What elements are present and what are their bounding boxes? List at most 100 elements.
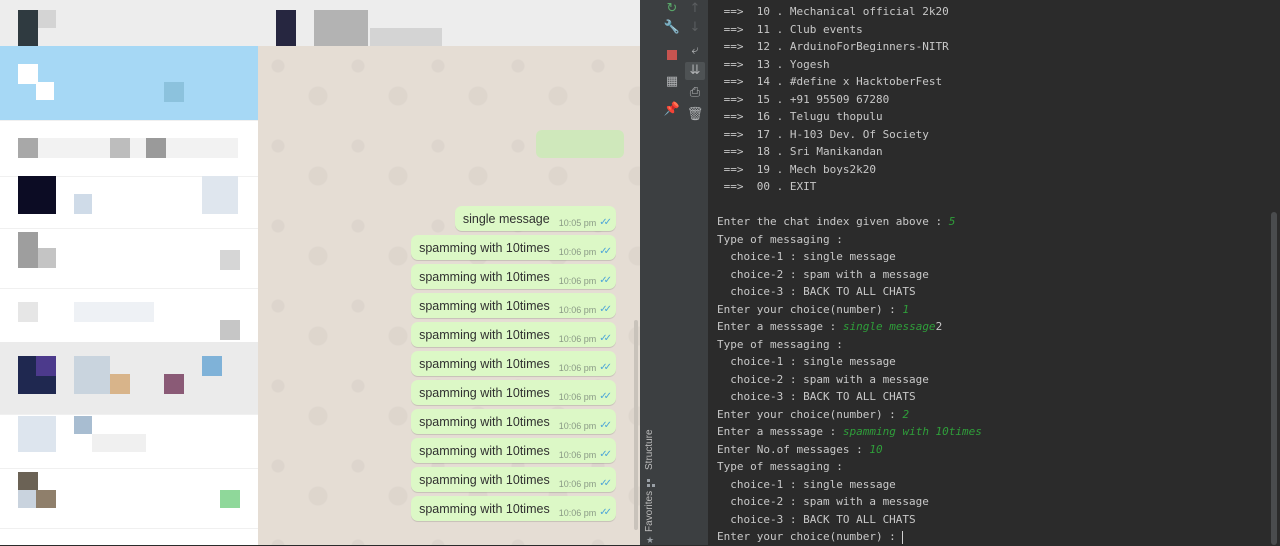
chat-list-item[interactable] (0, 120, 258, 177)
console-output-text: ==> 16 . Telugu thopulu (717, 110, 883, 123)
blur-block (110, 374, 130, 394)
whatsapp-header (0, 0, 640, 46)
whatsapp-window: single message 10:05 pm ✓✓ spamming with 10… (0, 0, 640, 545)
message-time: 10:06 pm (558, 246, 597, 257)
print-icon[interactable]: ⎙ (685, 84, 705, 102)
outgoing-message[interactable]: spamming with 10times 10:06 pm ✓✓ (411, 380, 616, 405)
blur-block (38, 248, 56, 268)
message-text: spamming with 10times (419, 356, 550, 371)
console-line: Type of messaging : (717, 458, 843, 476)
stop-icon[interactable] (662, 46, 682, 64)
pin-icon[interactable]: 📌 (662, 101, 682, 119)
outgoing-message[interactable]: spamming with 10times 10:06 pm ✓✓ (411, 351, 616, 376)
avatar (18, 138, 38, 158)
console-line: ==> 18 . Sri Manikandan (717, 143, 883, 161)
double-check-icon: ✓✓ (599, 332, 612, 344)
chat-list-item[interactable] (0, 228, 258, 289)
blur-block (220, 250, 240, 270)
message-time: 10:06 pm (558, 478, 597, 489)
console-output-text: Enter a messsage : (717, 320, 843, 333)
double-check-icon: ✓✓ (599, 274, 612, 286)
blur-block (202, 176, 238, 214)
chat-list-item[interactable] (0, 468, 258, 529)
chat-list-item[interactable] (0, 342, 258, 415)
chat-list-item[interactable] (0, 288, 258, 343)
message-text: spamming with 10times (419, 298, 550, 313)
text-cursor[interactable] (902, 530, 904, 544)
console-output-text: ==> 11 . Club events (717, 22, 863, 36)
console-line: Enter a messsage : single message2 (717, 318, 942, 336)
console-line: choice-3 : BACK TO ALL CHATS (717, 511, 915, 529)
blur-block (18, 490, 36, 508)
blur-block (38, 138, 238, 158)
run-console[interactable]: ==> 10 . Mechanical official 2k20 ==> 11… (709, 0, 1280, 545)
layout-icon[interactable]: ▦ (662, 73, 682, 91)
structure-icon[interactable] (647, 474, 655, 487)
message-time: 10:06 pm (558, 507, 597, 518)
soft-wrap-icon[interactable]: ⤶ (685, 42, 705, 60)
blur-block (92, 434, 146, 452)
chat-list-item[interactable] (0, 46, 258, 121)
console-output-text: choice-2 : spam with a message (717, 495, 929, 508)
console-line: ==> 00 . EXIT (717, 178, 817, 196)
up-arrow-icon[interactable]: ↑ (685, 0, 705, 18)
console-line: choice-2 : spam with a message (717, 266, 929, 284)
double-check-icon: ✓✓ (599, 477, 612, 489)
console-scrollbar[interactable] (1271, 212, 1277, 545)
chat-avatar[interactable] (276, 10, 296, 46)
outgoing-message[interactable]: spamming with 10times 10:06 pm ✓✓ (411, 293, 616, 318)
blur-block (74, 416, 92, 434)
console-line: ==> 14 . #define x HacktoberFest (717, 73, 943, 91)
console-line: choice-2 : spam with a message (717, 371, 929, 389)
console-output-text: choice-1 : single message (717, 250, 896, 263)
blur-block (164, 374, 184, 394)
down-arrow-icon[interactable]: ↓ (685, 19, 705, 37)
message-text: spamming with 10times (419, 327, 550, 342)
console-output-text: Type of messaging : (717, 232, 843, 246)
console-line: Enter No.of messages : 10 (717, 441, 883, 459)
outgoing-message[interactable]: single message 10:05 pm ✓✓ (454, 206, 616, 231)
console-line: Type of messaging : (717, 231, 843, 249)
blur-block (202, 356, 222, 376)
message-time: 10:06 pm (558, 333, 597, 344)
outgoing-message[interactable]: spamming with 10times 10:06 pm ✓✓ (411, 409, 616, 434)
chat-title[interactable] (314, 10, 368, 46)
console-output-text: Type of messaging : (717, 460, 843, 473)
console-user-input: 5 (948, 215, 956, 228)
outgoing-message[interactable]: spamming with 10times 10:06 pm ✓✓ (411, 264, 616, 289)
chat-scrollbar[interactable] (634, 320, 638, 530)
message-text: spamming with 10times (419, 240, 550, 255)
blur-block (74, 356, 110, 394)
outgoing-message[interactable]: spamming with 10times 10:06 pm ✓✓ (411, 467, 616, 492)
console-output-text: choice-3 : BACK TO ALL CHATS (717, 285, 916, 298)
message-time: 10:05 pm (558, 217, 597, 228)
chat-list-item[interactable] (0, 176, 258, 229)
console-line: Enter your choice(number) : 2 (717, 406, 909, 424)
message-time: 10:06 pm (558, 420, 597, 431)
console-line: choice-1 : single message (717, 476, 896, 494)
profile-avatar[interactable] (18, 10, 38, 46)
structure-tab[interactable]: Structure (644, 429, 655, 470)
blur-block (370, 28, 442, 46)
console-line: choice-3 : BACK TO ALL CHATS (717, 283, 916, 301)
console-output-text: ==> 12 . ArduinoForBeginners-NITR (717, 40, 949, 53)
outgoing-message[interactable]: spamming with 10times 10:06 pm ✓✓ (411, 235, 616, 260)
outgoing-message[interactable]: spamming with 10times 10:06 pm ✓✓ (411, 322, 616, 347)
message-time: 10:06 pm (558, 449, 597, 460)
rerun-icon[interactable]: ↻ (662, 0, 682, 18)
trash-icon[interactable]: 🗑 (685, 106, 705, 124)
scroll-to-end-icon[interactable]: ⇊ (685, 62, 705, 80)
message-text: spamming with 10times (419, 501, 550, 516)
blur-block (74, 194, 92, 214)
message-text: spamming with 10times (419, 443, 550, 458)
outgoing-message[interactable]: spamming with 10times 10:06 pm ✓✓ (411, 438, 616, 463)
wrench-icon[interactable]: 🔧 (662, 19, 682, 37)
outgoing-message[interactable]: spamming with 10times 10:06 pm ✓✓ (411, 496, 616, 521)
console-output-text: choice-3 : BACK TO ALL CHATS (717, 390, 916, 403)
favorites-tab[interactable]: Favorites (644, 491, 655, 532)
console-line: choice-1 : single message (717, 248, 896, 266)
chat-list-item[interactable] (0, 414, 258, 469)
blur-block (38, 10, 56, 28)
console-line: Enter the chat index given above : 5 (717, 213, 955, 231)
console-line: choice-1 : single message (717, 353, 896, 371)
